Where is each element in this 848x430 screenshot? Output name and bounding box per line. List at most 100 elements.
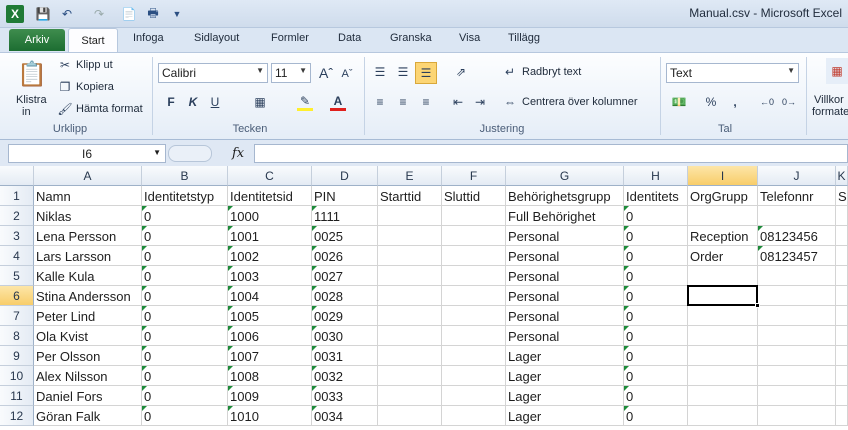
wrap-text-button[interactable]: Radbryt text bbox=[522, 66, 581, 78]
header-cell[interactable]: Behörighetsgrupp bbox=[506, 186, 624, 206]
table-cell[interactable]: Per Olsson bbox=[34, 346, 142, 366]
table-cell[interactable]: 0 bbox=[624, 206, 688, 226]
name-box[interactable]: I6 ▼ bbox=[8, 144, 166, 163]
header-cell[interactable]: Sr bbox=[836, 186, 848, 206]
redo-icon[interactable]: ↷ bbox=[90, 5, 108, 23]
header-cell[interactable]: Namn bbox=[34, 186, 142, 206]
tab-view[interactable]: Visa bbox=[459, 32, 480, 44]
table-cell[interactable] bbox=[836, 206, 848, 226]
decrease-indent-icon[interactable]: ⇤ bbox=[450, 94, 466, 110]
table-cell[interactable] bbox=[442, 246, 506, 266]
table-cell[interactable] bbox=[836, 386, 848, 406]
row-header[interactable]: 1 bbox=[0, 186, 34, 206]
table-cell[interactable]: 0026 bbox=[312, 246, 378, 266]
table-cell[interactable] bbox=[836, 246, 848, 266]
row-header[interactable]: 9 bbox=[0, 346, 34, 366]
align-left-icon[interactable]: ≡ bbox=[372, 94, 388, 110]
table-cell[interactable] bbox=[836, 346, 848, 366]
table-cell[interactable] bbox=[442, 386, 506, 406]
header-cell[interactable]: Starttid bbox=[378, 186, 442, 206]
tab-insert[interactable]: Infoga bbox=[133, 32, 164, 44]
table-cell[interactable] bbox=[378, 386, 442, 406]
shrink-font-icon[interactable]: Aˇ bbox=[339, 66, 355, 82]
row-header[interactable]: 10 bbox=[0, 366, 34, 386]
table-cell[interactable]: 1004 bbox=[228, 286, 312, 306]
align-bottom-icon[interactable]: ☰ bbox=[415, 62, 437, 84]
table-cell[interactable]: Lager bbox=[506, 406, 624, 426]
table-cell[interactable]: 0028 bbox=[312, 286, 378, 306]
table-cell[interactable]: Lena Persson bbox=[34, 226, 142, 246]
table-cell[interactable] bbox=[442, 346, 506, 366]
table-cell[interactable]: 0 bbox=[624, 386, 688, 406]
wrap-text-icon[interactable]: ↵ bbox=[502, 64, 518, 80]
table-cell[interactable]: 0031 bbox=[312, 346, 378, 366]
table-cell[interactable] bbox=[836, 326, 848, 346]
tab-data[interactable]: Data bbox=[338, 32, 361, 44]
table-cell[interactable]: 0 bbox=[624, 306, 688, 326]
table-cell[interactable]: Lager bbox=[506, 386, 624, 406]
table-cell[interactable] bbox=[836, 306, 848, 326]
customize-toolbar-icon[interactable]: ▼ bbox=[168, 5, 186, 23]
save-icon[interactable]: 💾 bbox=[34, 5, 52, 23]
table-cell[interactable] bbox=[688, 386, 758, 406]
bold-button[interactable]: F bbox=[164, 94, 178, 110]
table-cell[interactable] bbox=[688, 366, 758, 386]
table-cell[interactable]: 1006 bbox=[228, 326, 312, 346]
table-cell[interactable]: 0030 bbox=[312, 326, 378, 346]
table-cell[interactable]: 0 bbox=[624, 266, 688, 286]
header-cell[interactable]: Identitetsid bbox=[228, 186, 312, 206]
tab-page-layout[interactable]: Sidlayout bbox=[194, 32, 239, 44]
table-cell[interactable]: Ola Kvist bbox=[34, 326, 142, 346]
header-cell[interactable]: Telefonnr bbox=[758, 186, 836, 206]
table-cell[interactable]: 0 bbox=[142, 406, 228, 426]
table-cell[interactable] bbox=[442, 406, 506, 426]
merge-center-button[interactable]: Centrera över kolumner bbox=[522, 96, 638, 108]
table-cell[interactable] bbox=[442, 226, 506, 246]
table-cell[interactable]: Alex Nilsson bbox=[34, 366, 142, 386]
table-cell[interactable]: Göran Falk bbox=[34, 406, 142, 426]
table-cell[interactable] bbox=[836, 406, 848, 426]
font-color-icon[interactable]: A bbox=[330, 93, 346, 111]
merge-center-icon[interactable]: ⇔ bbox=[502, 94, 518, 110]
header-cell[interactable]: Identitetstyp bbox=[142, 186, 228, 206]
table-cell[interactable] bbox=[442, 266, 506, 286]
table-cell[interactable]: Order bbox=[688, 246, 758, 266]
column-header[interactable]: F bbox=[442, 166, 506, 186]
table-cell[interactable] bbox=[688, 266, 758, 286]
insert-function-icon[interactable]: fx bbox=[232, 146, 244, 161]
table-cell[interactable] bbox=[442, 206, 506, 226]
table-cell[interactable]: Niklas bbox=[34, 206, 142, 226]
table-cell[interactable]: 08123457 bbox=[758, 246, 836, 266]
row-header[interactable]: 11 bbox=[0, 386, 34, 406]
table-cell[interactable]: 1005 bbox=[228, 306, 312, 326]
table-cell[interactable]: Lager bbox=[506, 366, 624, 386]
table-cell[interactable]: 1010 bbox=[228, 406, 312, 426]
table-cell[interactable] bbox=[378, 206, 442, 226]
tab-review[interactable]: Granska bbox=[390, 32, 432, 44]
table-cell[interactable] bbox=[758, 406, 836, 426]
table-cell[interactable]: 1000 bbox=[228, 206, 312, 226]
table-cell[interactable] bbox=[836, 286, 848, 306]
table-cell[interactable] bbox=[378, 406, 442, 426]
table-cell[interactable] bbox=[378, 226, 442, 246]
row-header[interactable]: 6 bbox=[0, 286, 34, 306]
align-middle-icon[interactable]: ☰ bbox=[395, 64, 411, 80]
table-cell[interactable]: 0 bbox=[142, 286, 228, 306]
row-header[interactable]: 3 bbox=[0, 226, 34, 246]
table-cell[interactable] bbox=[442, 286, 506, 306]
table-cell[interactable]: 08123456 bbox=[758, 226, 836, 246]
table-cell[interactable] bbox=[442, 366, 506, 386]
table-cell[interactable]: Reception bbox=[688, 226, 758, 246]
row-header[interactable]: 12 bbox=[0, 406, 34, 426]
table-cell[interactable]: Lars Larsson bbox=[34, 246, 142, 266]
column-header[interactable]: K bbox=[836, 166, 848, 186]
table-cell[interactable]: 0 bbox=[624, 366, 688, 386]
column-header[interactable]: C bbox=[228, 166, 312, 186]
table-cell[interactable] bbox=[688, 326, 758, 346]
table-cell[interactable] bbox=[758, 326, 836, 346]
table-cell[interactable]: 0032 bbox=[312, 366, 378, 386]
comma-button[interactable]: , bbox=[730, 94, 740, 110]
table-cell[interactable]: 0034 bbox=[312, 406, 378, 426]
table-cell[interactable]: 1003 bbox=[228, 266, 312, 286]
grow-font-icon[interactable]: Aˆ bbox=[317, 64, 335, 82]
